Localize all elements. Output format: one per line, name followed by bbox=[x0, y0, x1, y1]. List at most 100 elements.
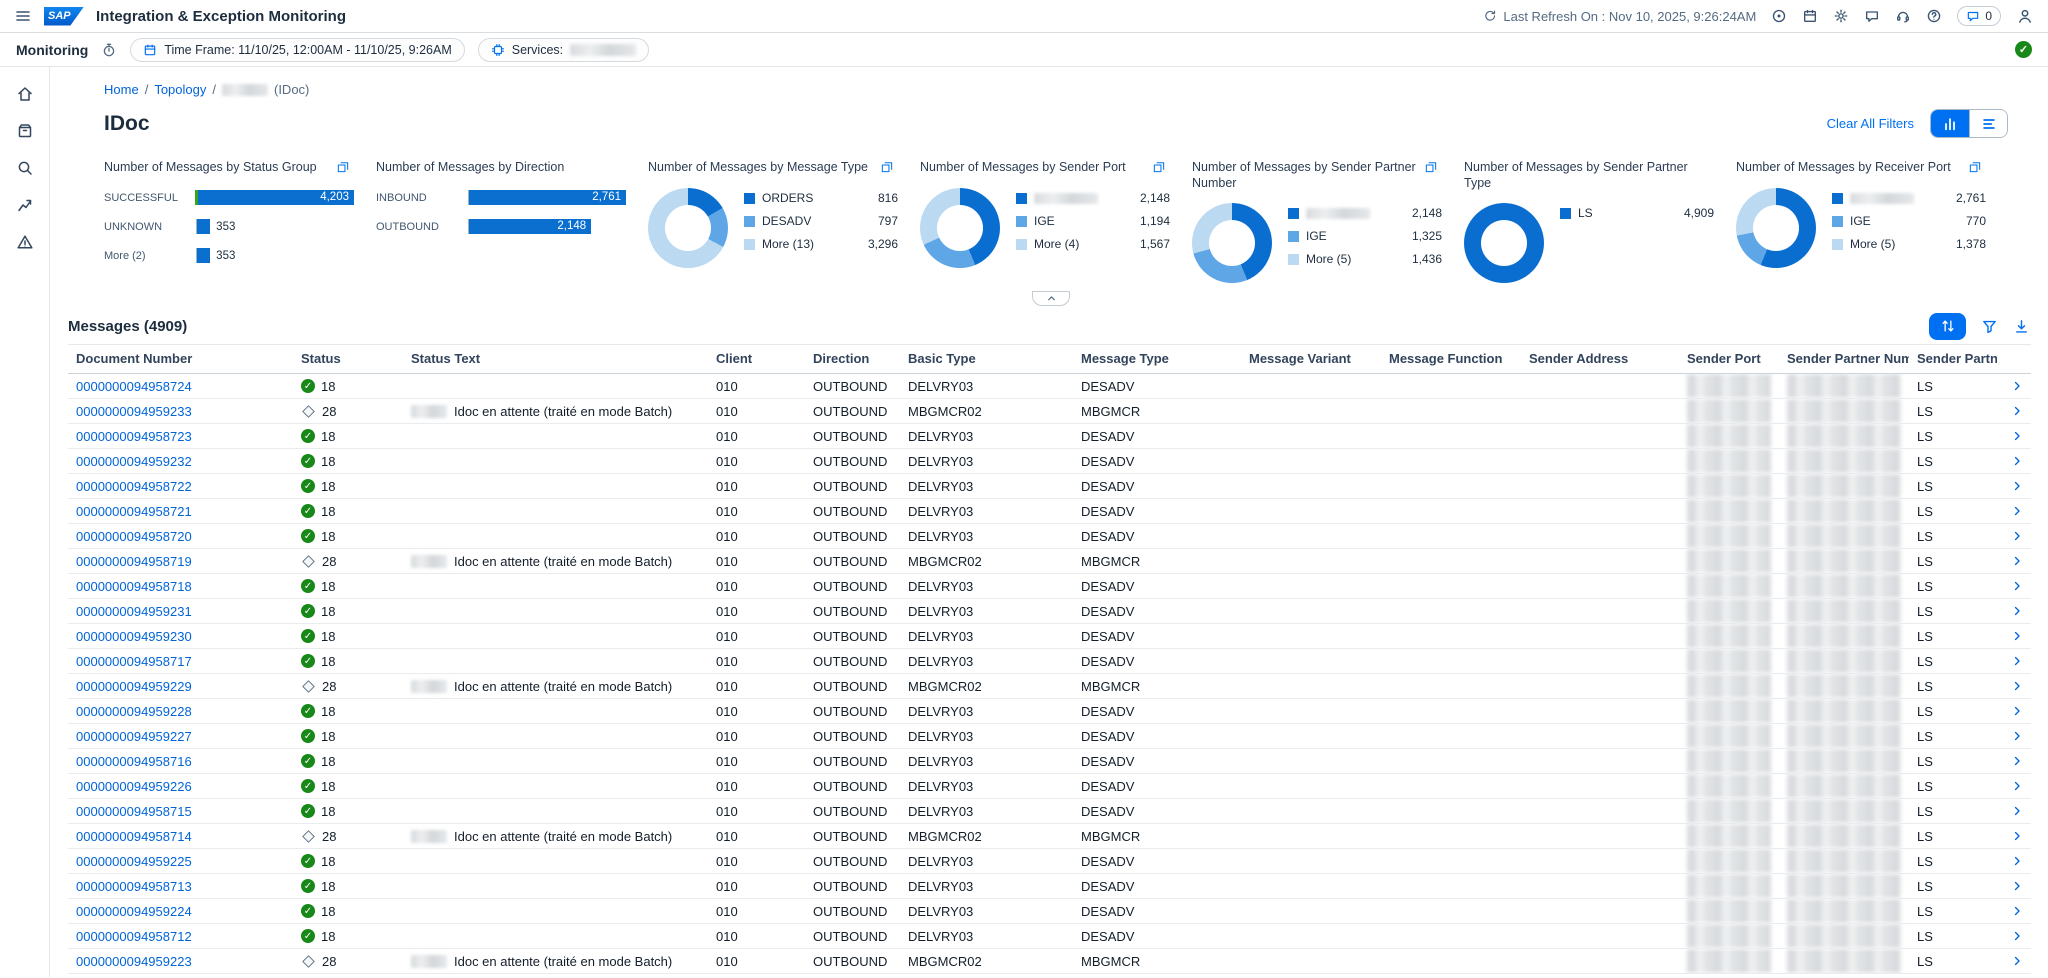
activity-button[interactable] bbox=[1771, 8, 1787, 24]
row-navigate-button[interactable] bbox=[2005, 930, 2023, 942]
document-number-link[interactable]: 0000000094959231 bbox=[76, 604, 192, 619]
row-navigate-button[interactable] bbox=[2005, 730, 2023, 742]
table-row[interactable]: 0000000094958717✓18010OUTBOUNDDELVRY03DE… bbox=[68, 649, 2031, 674]
sidebar-item-monitoring[interactable] bbox=[7, 116, 43, 146]
table-row[interactable]: 0000000094958721✓18010OUTBOUNDDELVRY03DE… bbox=[68, 499, 2031, 524]
column-header-statusText[interactable]: Status Text bbox=[403, 345, 708, 374]
table-row[interactable]: 0000000094958722✓18010OUTBOUNDDELVRY03DE… bbox=[68, 474, 2031, 499]
table-row[interactable]: 0000000094958716✓18010OUTBOUNDDELVRY03DE… bbox=[68, 749, 2031, 774]
download-button[interactable] bbox=[2013, 318, 2030, 335]
feedback-button[interactable] bbox=[1864, 8, 1880, 24]
breadcrumb-home-link[interactable]: Home bbox=[104, 82, 139, 97]
row-navigate-button[interactable] bbox=[2005, 455, 2023, 467]
support-button[interactable] bbox=[1895, 8, 1911, 24]
document-number-link[interactable]: 0000000094958718 bbox=[76, 579, 192, 594]
chart-view-toggle-button[interactable] bbox=[1931, 110, 1969, 137]
document-number-link[interactable]: 0000000094958714 bbox=[76, 829, 192, 844]
row-navigate-button[interactable] bbox=[2005, 580, 2023, 592]
row-navigate-button[interactable] bbox=[2005, 680, 2023, 692]
column-header-senderPartnerNumber[interactable]: Sender Partner Number bbox=[1779, 345, 1909, 374]
document-number-link[interactable]: 0000000094959223 bbox=[76, 954, 192, 969]
table-row[interactable]: 0000000094958712✓18010OUTBOUNDDELVRY03DE… bbox=[68, 924, 2031, 949]
help-button[interactable] bbox=[1926, 8, 1942, 24]
column-header-senderPort[interactable]: Sender Port bbox=[1679, 345, 1779, 374]
table-row[interactable]: 0000000094959224✓18010OUTBOUNDDELVRY03DE… bbox=[68, 899, 2031, 924]
column-header-basicType[interactable]: Basic Type bbox=[900, 345, 1073, 374]
table-row[interactable]: 000000009495922328Idoc en attente (trait… bbox=[68, 949, 2031, 974]
menu-hamburger-button[interactable] bbox=[14, 7, 32, 25]
bar-item[interactable]: UNKNOWN353 bbox=[104, 219, 354, 234]
row-navigate-button[interactable] bbox=[2005, 605, 2023, 617]
row-navigate-button[interactable] bbox=[2005, 630, 2023, 642]
open-in-new-window-button[interactable] bbox=[1968, 160, 1982, 177]
table-row[interactable]: 0000000094959231✓18010OUTBOUNDDELVRY03DE… bbox=[68, 599, 2031, 624]
time-frame-filter-chip[interactable]: Time Frame: 11/10/25, 12:00AM - 11/10/25… bbox=[130, 38, 464, 62]
open-in-new-window-button[interactable] bbox=[880, 160, 894, 177]
row-navigate-button[interactable] bbox=[2005, 955, 2023, 967]
table-row[interactable]: 000000009495922928Idoc en attente (trait… bbox=[68, 674, 2031, 699]
donut-chart[interactable] bbox=[1464, 203, 1544, 283]
table-row[interactable]: 0000000094958720✓18010OUTBOUNDDELVRY03DE… bbox=[68, 524, 2031, 549]
sidebar-item-alerts[interactable] bbox=[7, 227, 43, 257]
collapse-header-button[interactable] bbox=[1032, 291, 1070, 306]
document-number-link[interactable]: 0000000094959225 bbox=[76, 854, 192, 869]
table-row[interactable]: 0000000094958718✓18010OUTBOUNDDELVRY03DE… bbox=[68, 574, 2031, 599]
column-header-messageType[interactable]: Message Type bbox=[1073, 345, 1241, 374]
column-header-messageVariant[interactable]: Message Variant bbox=[1241, 345, 1381, 374]
open-in-new-window-button[interactable] bbox=[336, 160, 350, 177]
bar-item[interactable]: INBOUND2,761 bbox=[376, 190, 626, 205]
column-header-senderAddress[interactable]: Sender Address bbox=[1521, 345, 1679, 374]
sidebar-item-search[interactable] bbox=[7, 153, 43, 183]
table-row[interactable]: 000000009495923328Idoc en attente (trait… bbox=[68, 399, 2031, 424]
sap-logo[interactable]: SAP bbox=[44, 7, 84, 26]
document-number-link[interactable]: 0000000094959232 bbox=[76, 454, 192, 469]
column-header-status[interactable]: Status bbox=[293, 345, 403, 374]
row-navigate-button[interactable] bbox=[2005, 430, 2023, 442]
document-number-link[interactable]: 0000000094958723 bbox=[76, 429, 192, 444]
table-row[interactable]: 0000000094959226✓18010OUTBOUNDDELVRY03DE… bbox=[68, 774, 2031, 799]
bar-item[interactable]: SUCCESSFUL4,203 bbox=[104, 190, 354, 205]
document-number-link[interactable]: 0000000094959224 bbox=[76, 904, 192, 919]
clear-all-filters-link[interactable]: Clear All Filters bbox=[1827, 116, 1914, 131]
column-header-chevron[interactable] bbox=[1997, 345, 2031, 374]
sort-button[interactable] bbox=[1929, 313, 1966, 340]
calendar-button[interactable] bbox=[1802, 8, 1818, 24]
document-number-link[interactable]: 0000000094958713 bbox=[76, 879, 192, 894]
document-number-link[interactable]: 0000000094959230 bbox=[76, 629, 192, 644]
row-navigate-button[interactable] bbox=[2005, 505, 2023, 517]
open-in-new-window-button[interactable] bbox=[1424, 160, 1438, 177]
donut-chart[interactable] bbox=[920, 188, 1000, 268]
document-number-link[interactable]: 0000000094958715 bbox=[76, 804, 192, 819]
breadcrumb-topology-link[interactable]: Topology bbox=[154, 82, 206, 97]
bar-item[interactable]: OUTBOUND2,148 bbox=[376, 219, 626, 234]
settings-button[interactable] bbox=[1833, 8, 1849, 24]
document-number-link[interactable]: 0000000094959227 bbox=[76, 729, 192, 744]
row-navigate-button[interactable] bbox=[2005, 705, 2023, 717]
row-navigate-button[interactable] bbox=[2005, 405, 2023, 417]
user-avatar-button[interactable] bbox=[2016, 7, 2034, 25]
sidebar-item-statistics[interactable] bbox=[7, 190, 43, 220]
column-header-client[interactable]: Client bbox=[708, 345, 805, 374]
document-number-link[interactable]: 0000000094958722 bbox=[76, 479, 192, 494]
table-row[interactable]: 0000000094958724✓18010OUTBOUNDDELVRY03DE… bbox=[68, 374, 2031, 399]
donut-chart[interactable] bbox=[1192, 203, 1272, 283]
open-in-new-window-button[interactable] bbox=[1152, 160, 1166, 177]
list-view-toggle-button[interactable] bbox=[1969, 110, 2007, 137]
document-number-link[interactable]: 0000000094958712 bbox=[76, 929, 192, 944]
row-navigate-button[interactable] bbox=[2005, 830, 2023, 842]
row-navigate-button[interactable] bbox=[2005, 380, 2023, 392]
table-row[interactable]: 0000000094958713✓18010OUTBOUNDDELVRY03DE… bbox=[68, 874, 2031, 899]
refresh-interval-button[interactable] bbox=[101, 42, 117, 58]
document-number-link[interactable]: 0000000094958716 bbox=[76, 754, 192, 769]
table-row[interactable]: 0000000094958715✓18010OUTBOUNDDELVRY03DE… bbox=[68, 799, 2031, 824]
row-navigate-button[interactable] bbox=[2005, 655, 2023, 667]
row-navigate-button[interactable] bbox=[2005, 855, 2023, 867]
donut-chart[interactable] bbox=[648, 188, 728, 268]
row-navigate-button[interactable] bbox=[2005, 880, 2023, 892]
row-navigate-button[interactable] bbox=[2005, 480, 2023, 492]
table-row[interactable]: 0000000094959227✓18010OUTBOUNDDELVRY03DE… bbox=[68, 724, 2031, 749]
column-header-direction[interactable]: Direction bbox=[805, 345, 900, 374]
table-row[interactable]: 000000009495871928Idoc en attente (trait… bbox=[68, 549, 2031, 574]
row-navigate-button[interactable] bbox=[2005, 905, 2023, 917]
document-number-link[interactable]: 0000000094959226 bbox=[76, 779, 192, 794]
